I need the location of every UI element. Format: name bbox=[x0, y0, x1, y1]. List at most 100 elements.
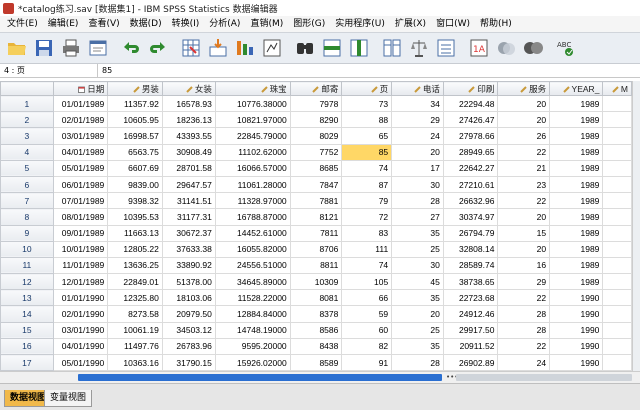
data-cell[interactable]: 28949.65 bbox=[442, 143, 499, 161]
data-cell[interactable]: 16578.93 bbox=[161, 94, 216, 113]
data-cell[interactable]: 88 bbox=[341, 111, 393, 129]
data-cell[interactable]: 29 bbox=[391, 111, 444, 129]
data-cell[interactable]: 24912.46 bbox=[442, 305, 499, 323]
data-cell[interactable]: 34645.89000 bbox=[214, 273, 291, 291]
column-header[interactable]: 男装 bbox=[107, 81, 163, 96]
find-icon[interactable] bbox=[292, 35, 318, 61]
data-cell[interactable]: 22294.48 bbox=[442, 94, 499, 113]
data-cell[interactable]: 28 bbox=[391, 353, 444, 371]
row-number[interactable]: 17 bbox=[0, 353, 54, 371]
row-number[interactable]: 4 bbox=[0, 143, 54, 161]
data-cell-empty[interactable] bbox=[602, 192, 632, 210]
data-cell[interactable]: 7752 bbox=[289, 143, 343, 161]
data-cell[interactable]: 21 bbox=[497, 159, 551, 177]
data-cell[interactable]: 6607.69 bbox=[107, 159, 163, 177]
data-cell[interactable]: 22849.01 bbox=[107, 273, 163, 291]
data-cell-empty[interactable] bbox=[602, 305, 632, 323]
data-cell[interactable]: 18236.13 bbox=[161, 111, 216, 129]
data-cell[interactable]: 26902.89 bbox=[442, 353, 499, 371]
data-cell-empty[interactable] bbox=[602, 143, 632, 161]
data-cell[interactable]: 09/01/1989 bbox=[52, 224, 109, 242]
row-number[interactable]: 15 bbox=[0, 321, 54, 339]
data-cell[interactable]: 22 bbox=[497, 143, 551, 161]
data-cell[interactable]: 30672.37 bbox=[161, 224, 216, 242]
data-cell[interactable]: 28589.74 bbox=[442, 256, 499, 275]
data-cell-empty[interactable] bbox=[602, 208, 632, 226]
data-cell[interactable]: 28 bbox=[497, 321, 551, 339]
data-cell[interactable]: 11/01/1989 bbox=[52, 256, 109, 275]
data-cell[interactable]: 72 bbox=[341, 208, 393, 226]
data-cell[interactable]: 26794.79 bbox=[442, 224, 499, 242]
data-cell[interactable]: 05/01/1990 bbox=[52, 353, 109, 371]
value-labels-icon[interactable]: 1A bbox=[466, 35, 492, 61]
column-header[interactable]: 服务 bbox=[497, 81, 551, 96]
data-cell[interactable]: 9839.00 bbox=[107, 175, 163, 194]
horizontal-scroll-thumb[interactable] bbox=[78, 374, 442, 381]
data-cell[interactable]: 9595.20000 bbox=[214, 337, 291, 356]
undo-icon[interactable] bbox=[118, 35, 144, 61]
data-cell[interactable]: 08/01/1989 bbox=[52, 208, 109, 226]
data-cell[interactable]: 05/01/1989 bbox=[52, 159, 109, 177]
data-cell[interactable]: 20 bbox=[391, 143, 444, 161]
data-cell[interactable]: 1990 bbox=[549, 305, 604, 323]
menu-item[interactable]: 帮助(H) bbox=[475, 16, 517, 32]
data-cell-empty[interactable] bbox=[602, 159, 632, 177]
data-cell[interactable]: 51378.00 bbox=[161, 273, 216, 291]
data-cell[interactable]: 1989 bbox=[549, 273, 604, 291]
data-cell[interactable]: 8029 bbox=[289, 127, 343, 145]
column-header[interactable]: 邮寄 bbox=[289, 81, 343, 96]
cell-reference[interactable]: 4 : 页 bbox=[0, 63, 98, 78]
data-cell[interactable]: 35 bbox=[391, 337, 444, 356]
row-number[interactable]: 1 bbox=[0, 94, 54, 113]
data-cell[interactable]: 1990 bbox=[549, 289, 604, 307]
column-header[interactable]: 日期 bbox=[52, 81, 109, 96]
data-cell[interactable]: 1989 bbox=[549, 256, 604, 275]
descriptive-stats-icon[interactable] bbox=[259, 35, 285, 61]
data-cell[interactable]: 02/01/1989 bbox=[52, 111, 109, 129]
data-cell[interactable]: 8589 bbox=[289, 353, 343, 371]
data-cell[interactable]: 7847 bbox=[289, 175, 343, 194]
data-cell[interactable]: 02/01/1990 bbox=[52, 305, 109, 323]
row-number[interactable]: 2 bbox=[0, 111, 54, 129]
data-cell[interactable]: 8685 bbox=[289, 159, 343, 177]
column-header[interactable]: M bbox=[602, 81, 632, 96]
dialog-recall-icon[interactable] bbox=[85, 35, 111, 61]
data-cell[interactable]: 20 bbox=[497, 208, 551, 226]
data-cell[interactable]: 79 bbox=[341, 192, 393, 210]
data-cell[interactable]: 22642.27 bbox=[442, 159, 499, 177]
menu-item[interactable]: 文件(E) bbox=[2, 16, 43, 32]
data-cell-empty[interactable] bbox=[602, 127, 632, 145]
grid-corner[interactable] bbox=[0, 81, 54, 96]
data-cell[interactable]: 04/01/1990 bbox=[52, 337, 109, 356]
data-cell[interactable]: 12/01/1989 bbox=[52, 273, 109, 291]
show-all-variables-icon[interactable] bbox=[520, 35, 546, 61]
data-cell[interactable]: 32808.14 bbox=[442, 240, 499, 258]
column-header[interactable]: YEAR_ bbox=[549, 81, 604, 96]
data-cell[interactable]: 34503.12 bbox=[161, 321, 216, 339]
data-cell[interactable]: 12805.22 bbox=[107, 240, 163, 258]
data-cell[interactable]: 31177.31 bbox=[161, 208, 216, 226]
use-sets-icon[interactable] bbox=[493, 35, 519, 61]
data-cell[interactable]: 25 bbox=[391, 321, 444, 339]
data-cell[interactable]: 04/01/1989 bbox=[52, 143, 109, 161]
data-cell[interactable]: 82 bbox=[341, 337, 393, 356]
data-cell[interactable]: 1989 bbox=[549, 111, 604, 129]
data-cell[interactable]: 24 bbox=[391, 127, 444, 145]
column-header[interactable]: 页 bbox=[341, 81, 393, 96]
data-cell[interactable]: 8290 bbox=[289, 111, 343, 129]
row-number[interactable]: 14 bbox=[0, 305, 54, 323]
data-cell[interactable]: 1989 bbox=[549, 175, 604, 194]
row-number[interactable]: 7 bbox=[0, 192, 54, 210]
data-cell[interactable]: 27210.61 bbox=[442, 175, 499, 194]
data-cell[interactable]: 16 bbox=[497, 256, 551, 275]
data-cell[interactable]: 31790.15 bbox=[161, 353, 216, 371]
data-cell-empty[interactable] bbox=[602, 289, 632, 307]
data-cell-empty[interactable] bbox=[602, 175, 632, 194]
data-cell[interactable]: 43393.55 bbox=[161, 127, 216, 145]
data-cell-empty[interactable] bbox=[602, 337, 632, 356]
menu-item[interactable]: 图形(G) bbox=[288, 16, 330, 32]
data-cell[interactable]: 23 bbox=[497, 175, 551, 194]
data-cell[interactable]: 13636.25 bbox=[107, 256, 163, 275]
data-cell[interactable]: 01/01/1990 bbox=[52, 289, 109, 307]
data-cell[interactable]: 91 bbox=[341, 353, 393, 371]
